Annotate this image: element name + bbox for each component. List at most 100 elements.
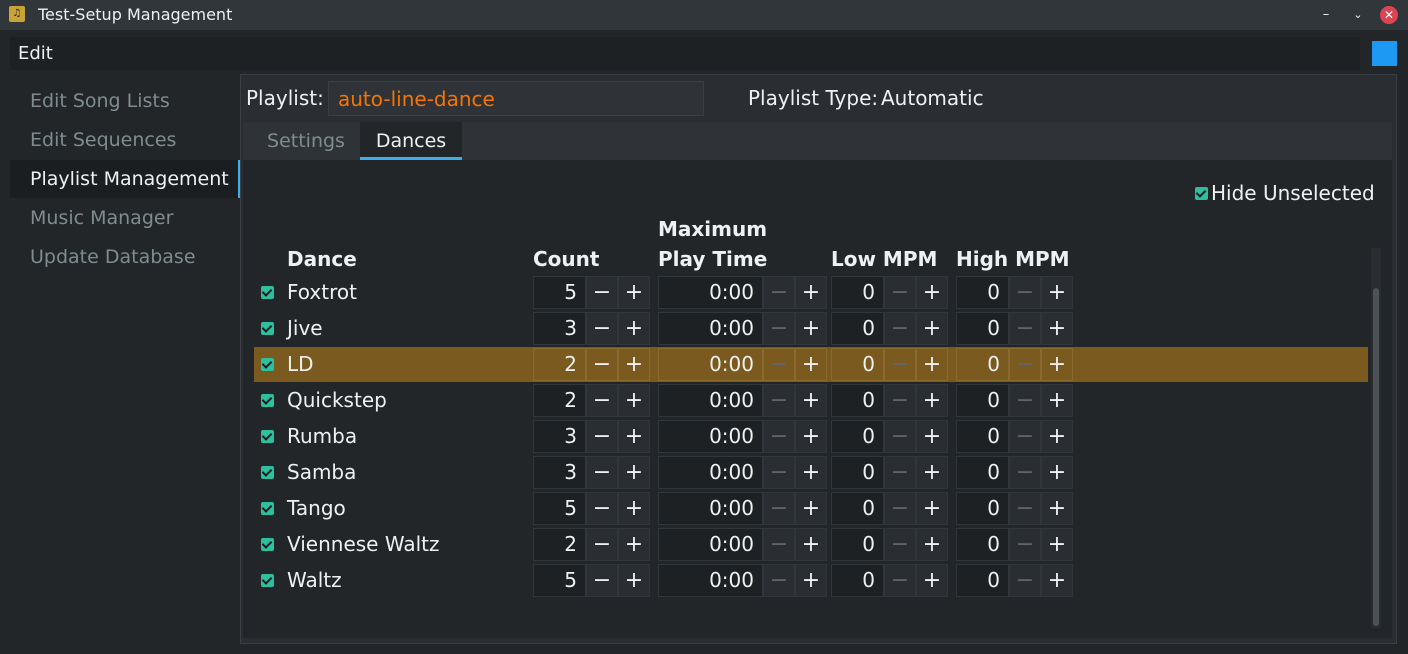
hide-unselected-checkbox[interactable] xyxy=(1195,187,1208,200)
high-mpm-decrement-button[interactable]: − xyxy=(1009,564,1041,597)
count-value[interactable]: 2 xyxy=(533,348,586,381)
count-increment-button[interactable]: + xyxy=(618,492,650,525)
max-play-time-value[interactable]: 0:00 xyxy=(658,528,763,561)
tab-dances[interactable]: Dances xyxy=(360,122,462,160)
high-mpm-increment-button[interactable]: + xyxy=(1041,276,1073,309)
max-play-time-decrement-button[interactable]: − xyxy=(763,492,795,525)
high-mpm-decrement-button[interactable]: − xyxy=(1009,420,1041,453)
max-play-time-decrement-button[interactable]: − xyxy=(763,312,795,345)
sidebar-item-music-manager[interactable]: Music Manager xyxy=(10,199,239,237)
count-value[interactable]: 5 xyxy=(533,564,586,597)
low-mpm-decrement-button[interactable]: − xyxy=(884,456,916,489)
max-play-time-increment-button[interactable]: + xyxy=(795,312,827,345)
max-play-time-value[interactable]: 0:00 xyxy=(658,456,763,489)
low-mpm-value[interactable]: 0 xyxy=(831,492,884,525)
dance-checkbox[interactable] xyxy=(261,322,274,335)
low-mpm-increment-button[interactable]: + xyxy=(916,276,948,309)
count-value[interactable]: 5 xyxy=(533,492,586,525)
dance-checkbox[interactable] xyxy=(261,502,274,515)
max-play-time-value[interactable]: 0:00 xyxy=(658,312,763,345)
sidebar-item-edit-song-lists[interactable]: Edit Song Lists xyxy=(10,82,239,120)
count-decrement-button[interactable]: − xyxy=(586,420,618,453)
low-mpm-value[interactable]: 0 xyxy=(831,456,884,489)
count-decrement-button[interactable]: − xyxy=(586,384,618,417)
high-mpm-value[interactable]: 0 xyxy=(956,276,1009,309)
max-play-time-value[interactable]: 0:00 xyxy=(658,348,763,381)
max-play-time-value[interactable]: 0:00 xyxy=(658,492,763,525)
count-value[interactable]: 2 xyxy=(533,384,586,417)
low-mpm-increment-button[interactable]: + xyxy=(916,456,948,489)
count-decrement-button[interactable]: − xyxy=(586,456,618,489)
dance-checkbox[interactable] xyxy=(261,574,274,587)
menu-edit[interactable]: Edit xyxy=(18,43,53,64)
count-value[interactable]: 3 xyxy=(533,312,586,345)
max-play-time-increment-button[interactable]: + xyxy=(795,420,827,453)
max-play-time-increment-button[interactable]: + xyxy=(795,564,827,597)
count-increment-button[interactable]: + xyxy=(618,384,650,417)
low-mpm-decrement-button[interactable]: − xyxy=(884,384,916,417)
low-mpm-decrement-button[interactable]: − xyxy=(884,528,916,561)
count-value[interactable]: 3 xyxy=(533,456,586,489)
table-row[interactable]: Rumba 3− +0:00− +0− +0− + xyxy=(254,419,1368,454)
dance-checkbox[interactable] xyxy=(261,394,274,407)
tab-settings[interactable]: Settings xyxy=(253,122,359,160)
low-mpm-increment-button[interactable]: + xyxy=(916,528,948,561)
dance-checkbox[interactable] xyxy=(261,286,274,299)
low-mpm-decrement-button[interactable]: − xyxy=(884,276,916,309)
low-mpm-value[interactable]: 0 xyxy=(831,528,884,561)
max-play-time-decrement-button[interactable]: − xyxy=(763,384,795,417)
max-play-time-increment-button[interactable]: + xyxy=(795,492,827,525)
low-mpm-decrement-button[interactable]: − xyxy=(884,564,916,597)
high-mpm-increment-button[interactable]: + xyxy=(1041,348,1073,381)
low-mpm-increment-button[interactable]: + xyxy=(916,348,948,381)
high-mpm-increment-button[interactable]: + xyxy=(1041,420,1073,453)
count-value[interactable]: 2 xyxy=(533,528,586,561)
max-play-time-decrement-button[interactable]: − xyxy=(763,528,795,561)
low-mpm-value[interactable]: 0 xyxy=(831,276,884,309)
count-increment-button[interactable]: + xyxy=(618,312,650,345)
count-value[interactable]: 3 xyxy=(533,420,586,453)
high-mpm-increment-button[interactable]: + xyxy=(1041,492,1073,525)
max-play-time-increment-button[interactable]: + xyxy=(795,276,827,309)
high-mpm-decrement-button[interactable]: − xyxy=(1009,492,1041,525)
max-play-time-decrement-button[interactable]: − xyxy=(763,564,795,597)
count-increment-button[interactable]: + xyxy=(618,276,650,309)
max-play-time-value[interactable]: 0:00 xyxy=(658,420,763,453)
high-mpm-increment-button[interactable]: + xyxy=(1041,456,1073,489)
low-mpm-decrement-button[interactable]: − xyxy=(884,312,916,345)
low-mpm-decrement-button[interactable]: − xyxy=(884,420,916,453)
low-mpm-value[interactable]: 0 xyxy=(831,348,884,381)
max-play-time-value[interactable]: 0:00 xyxy=(658,564,763,597)
low-mpm-value[interactable]: 0 xyxy=(831,312,884,345)
hide-unselected-label[interactable]: Hide Unselected xyxy=(1211,181,1375,205)
count-increment-button[interactable]: + xyxy=(618,528,650,561)
color-swatch-button[interactable] xyxy=(1372,41,1397,66)
count-increment-button[interactable]: + xyxy=(618,420,650,453)
high-mpm-decrement-button[interactable]: − xyxy=(1009,456,1041,489)
high-mpm-increment-button[interactable]: + xyxy=(1041,384,1073,417)
dance-checkbox[interactable] xyxy=(261,430,274,443)
low-mpm-increment-button[interactable]: + xyxy=(916,384,948,417)
count-decrement-button[interactable]: − xyxy=(586,348,618,381)
max-play-time-increment-button[interactable]: + xyxy=(795,384,827,417)
low-mpm-value[interactable]: 0 xyxy=(831,564,884,597)
table-row[interactable]: Waltz 5− +0:00− +0− +0− + xyxy=(254,563,1368,598)
high-mpm-decrement-button[interactable]: − xyxy=(1009,276,1041,309)
count-decrement-button[interactable]: − xyxy=(586,312,618,345)
high-mpm-increment-button[interactable]: + xyxy=(1041,564,1073,597)
high-mpm-decrement-button[interactable]: − xyxy=(1009,384,1041,417)
max-play-time-increment-button[interactable]: + xyxy=(795,348,827,381)
low-mpm-increment-button[interactable]: + xyxy=(916,564,948,597)
table-row[interactable]: Tango 5− +0:00− +0− +0− + xyxy=(254,491,1368,526)
playlist-name-field[interactable]: auto-line-dance xyxy=(328,81,704,116)
dance-checkbox[interactable] xyxy=(261,466,274,479)
max-play-time-increment-button[interactable]: + xyxy=(795,528,827,561)
scrollbar-handle[interactable] xyxy=(1373,288,1379,626)
max-play-time-value[interactable]: 0:00 xyxy=(658,276,763,309)
high-mpm-increment-button[interactable]: + xyxy=(1041,528,1073,561)
maximize-button[interactable]: ⌄ xyxy=(1348,5,1368,25)
high-mpm-value[interactable]: 0 xyxy=(956,384,1009,417)
high-mpm-value[interactable]: 0 xyxy=(956,492,1009,525)
sidebar-item-update-database[interactable]: Update Database xyxy=(10,238,239,276)
high-mpm-value[interactable]: 0 xyxy=(956,312,1009,345)
